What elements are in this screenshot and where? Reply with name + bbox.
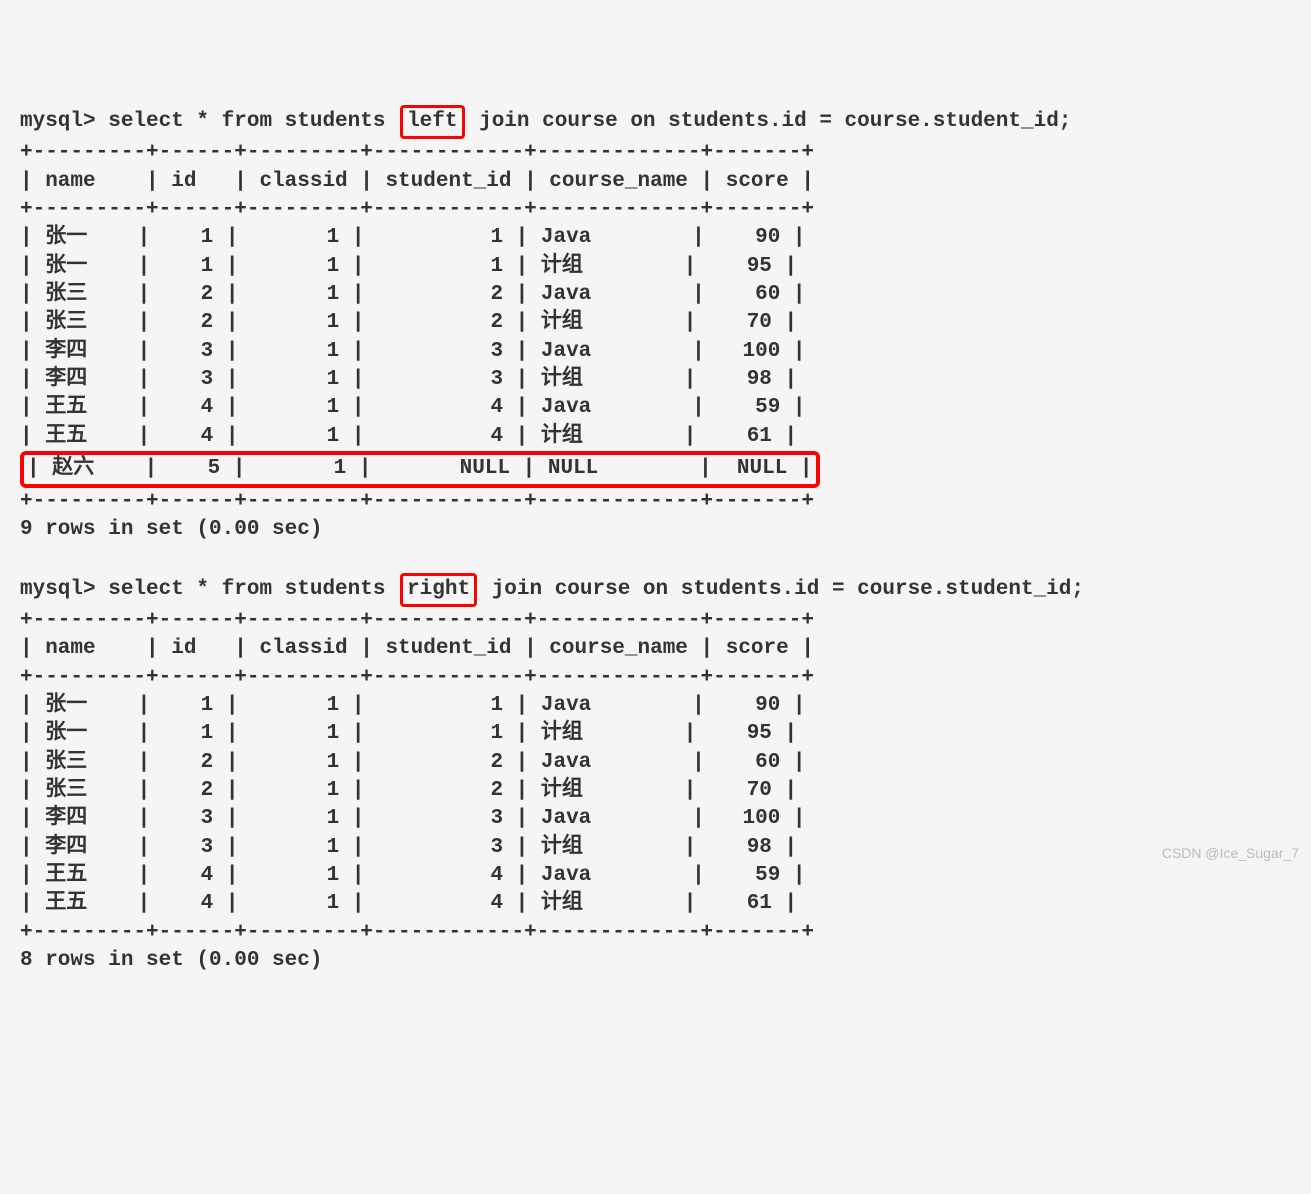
table-row: | 李四 | 3 | 1 | 3 | Java | 100 | <box>20 340 806 363</box>
table-row: | 张一 | 1 | 1 | 1 | 计组 | 95 | <box>20 722 797 745</box>
table-row: | 张三 | 2 | 1 | 2 | 计组 | 70 | <box>20 779 797 802</box>
table-row: | 张三 | 2 | 1 | 2 | Java | 60 | <box>20 283 806 306</box>
sql-prefix: select * from students <box>108 110 398 133</box>
sql-prefix: select * from students <box>108 578 398 601</box>
table-header: | name | id | classid | student_id | cou… <box>20 637 814 660</box>
null-row-highlight: | 赵六 | 5 | 1 | NULL | NULL | NULL | <box>20 451 820 487</box>
sql-suffix: join course on students.id = course.stud… <box>467 110 1072 133</box>
table-row: | 王五 | 4 | 1 | 4 | 计组 | 61 | <box>20 892 797 915</box>
table-border: +---------+------+---------+------------… <box>20 921 814 944</box>
table-border: +---------+------+---------+------------… <box>20 141 814 164</box>
table-row: | 李四 | 3 | 1 | 3 | 计组 | 98 | <box>20 368 797 391</box>
keyword-left-highlight: left <box>400 105 464 139</box>
mysql-prompt: mysql> <box>20 110 108 133</box>
table-row-null: | 赵六 | 5 | 1 | NULL | NULL | NULL | <box>27 457 813 480</box>
result-footer: 8 rows in set (0.00 sec) <box>20 949 322 972</box>
table-row: | 王五 | 4 | 1 | 4 | Java | 59 | <box>20 396 806 419</box>
keyword-right-highlight: right <box>400 573 477 607</box>
table-row: | 李四 | 3 | 1 | 3 | 计组 | 98 | <box>20 836 797 859</box>
sql-suffix: join course on students.id = course.stud… <box>479 578 1084 601</box>
table-border: +---------+------+---------+------------… <box>20 609 814 632</box>
table-row: | 张一 | 1 | 1 | 1 | Java | 90 | <box>20 226 806 249</box>
mysql-prompt: mysql> <box>20 578 108 601</box>
table-row: | 张三 | 2 | 1 | 2 | Java | 60 | <box>20 751 806 774</box>
keyword-left: left <box>407 110 457 133</box>
table-row: | 李四 | 3 | 1 | 3 | Java | 100 | <box>20 807 806 830</box>
table-border: +---------+------+---------+------------… <box>20 490 814 513</box>
table-row: | 王五 | 4 | 1 | 4 | 计组 | 61 | <box>20 425 797 448</box>
table-border: +---------+------+---------+------------… <box>20 198 814 221</box>
table-row: | 张一 | 1 | 1 | 1 | 计组 | 95 | <box>20 255 797 278</box>
table-row: | 张一 | 1 | 1 | 1 | Java | 90 | <box>20 694 806 717</box>
terminal-output: mysql> select * from students left join … <box>20 105 1291 975</box>
keyword-right: right <box>407 578 470 601</box>
watermark: CSDN @Ice_Sugar_7 <box>1162 844 1299 863</box>
table-border: +---------+------+---------+------------… <box>20 666 814 689</box>
table-header: | name | id | classid | student_id | cou… <box>20 170 814 193</box>
table-row: | 王五 | 4 | 1 | 4 | Java | 59 | <box>20 864 806 887</box>
table-row: | 张三 | 2 | 1 | 2 | 计组 | 70 | <box>20 311 797 334</box>
result-footer: 9 rows in set (0.00 sec) <box>20 518 322 541</box>
